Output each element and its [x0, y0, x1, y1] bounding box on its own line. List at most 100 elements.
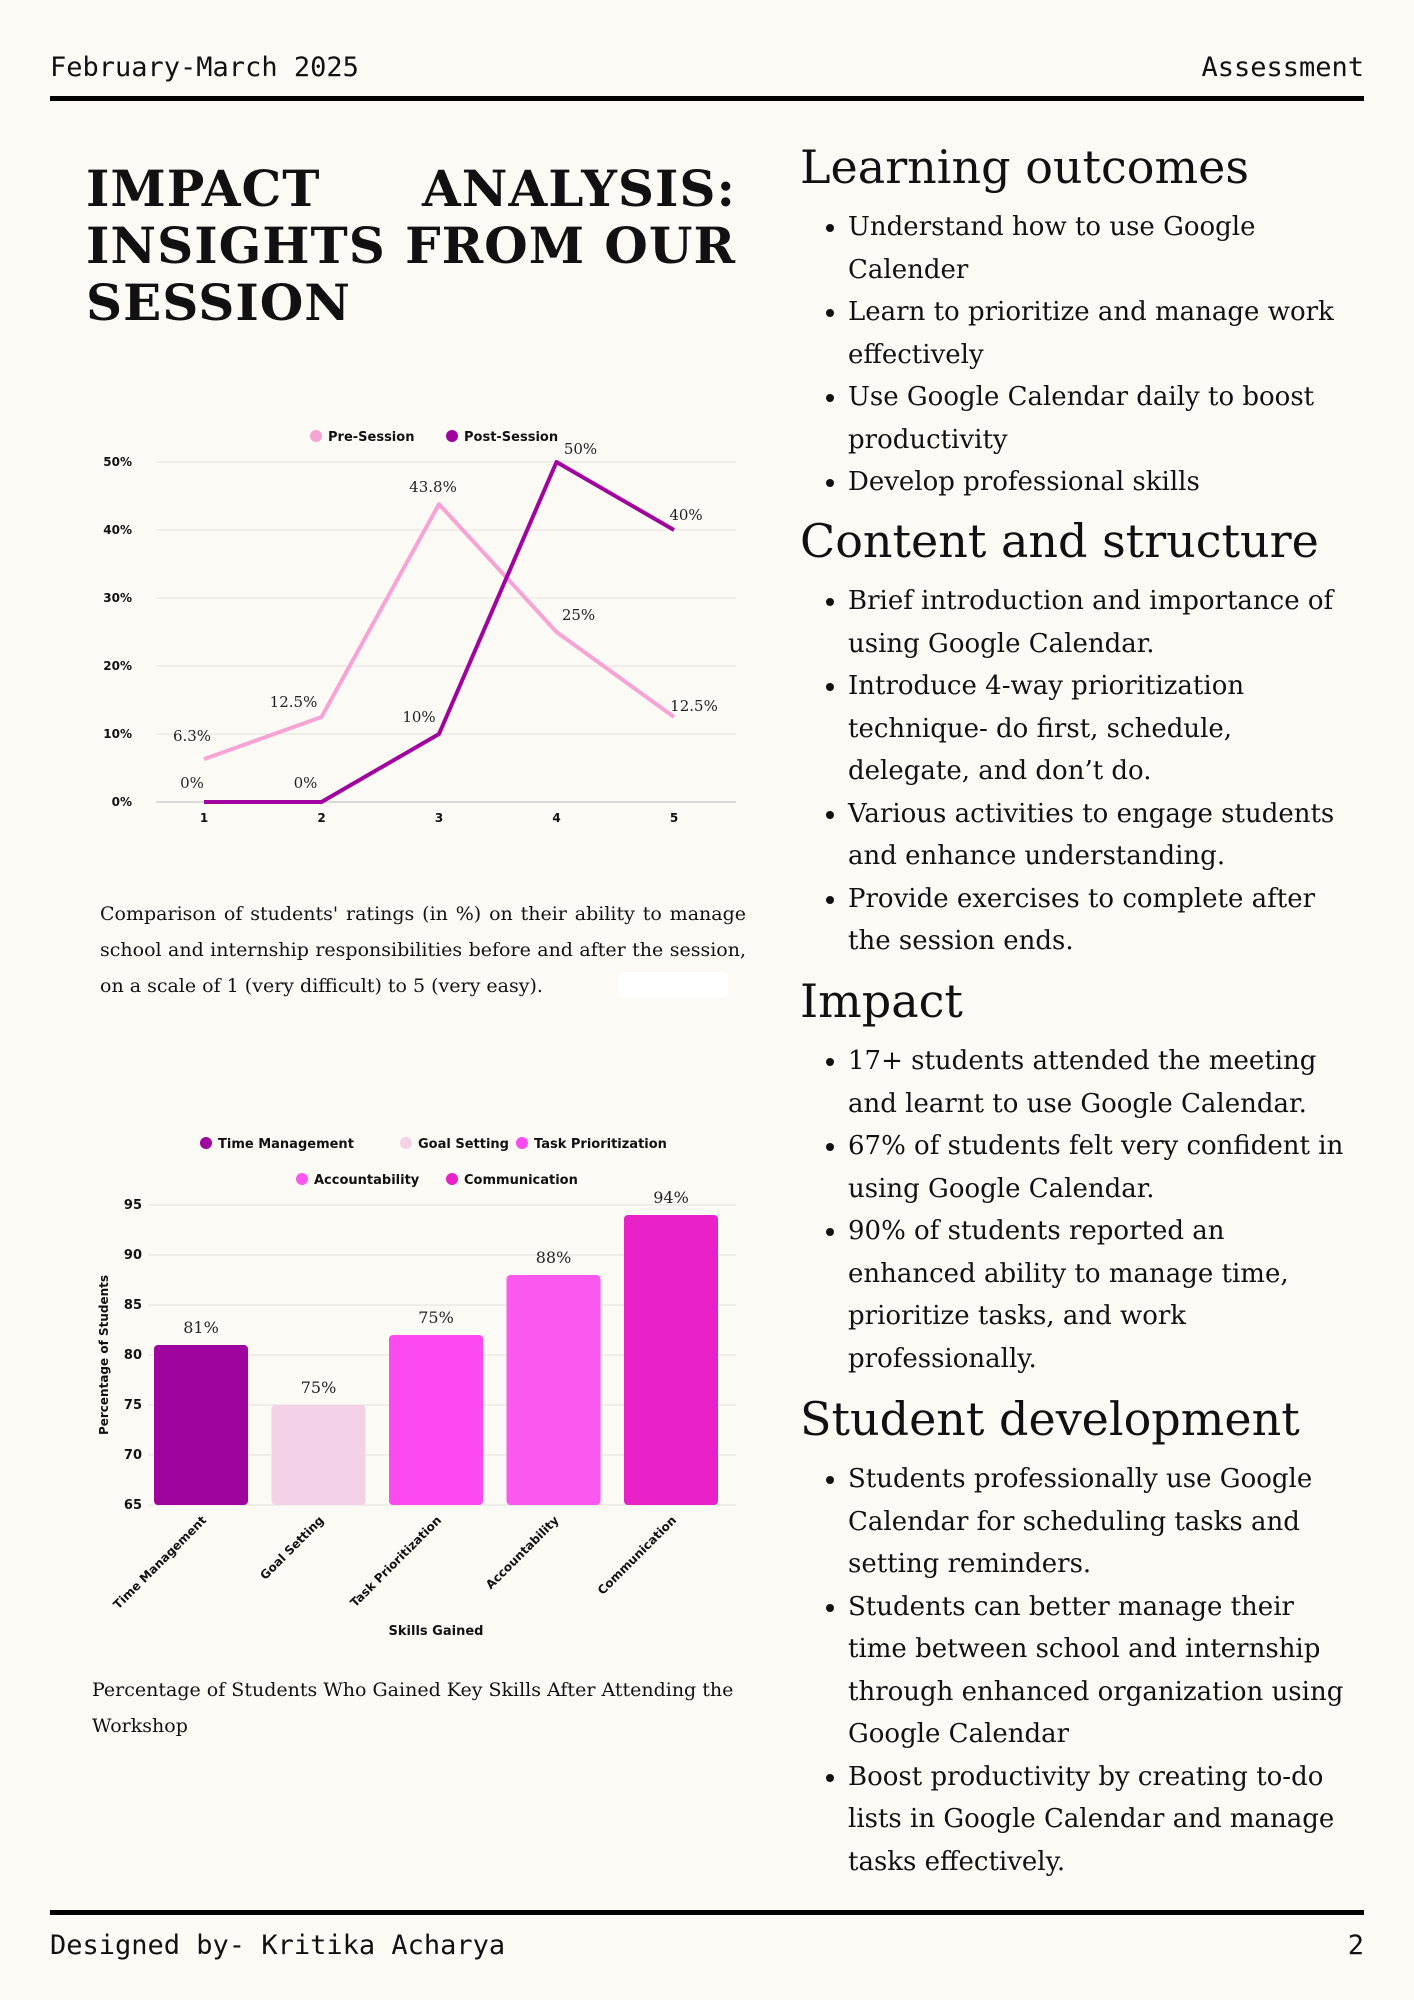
legend-label: Accountability — [314, 1173, 420, 1188]
series-line — [203, 502, 676, 762]
legend-label: Goal Setting — [418, 1137, 509, 1152]
list-item: Boost productivity by creating to-do lis… — [848, 1756, 1360, 1884]
data-label: 94% — [653, 1188, 689, 1207]
x-tick-label: Task Prioritization — [347, 1513, 444, 1610]
y-tick-label: 85 — [124, 1298, 142, 1313]
list-item: Learn to prioritize and manage work effe… — [848, 291, 1360, 376]
bar — [271, 1405, 366, 1505]
series-line — [204, 460, 676, 804]
x-tick-label: Communication — [595, 1513, 679, 1597]
y-tick-label: 10% — [103, 727, 132, 741]
left-column: IMPACT ANALYSIS: INSIGHTS FROM OUR SESSI… — [86, 160, 736, 388]
section-student-development: Student development Students professiona… — [800, 1390, 1360, 1883]
data-label: 75% — [301, 1378, 337, 1397]
list-item: Brief introduction and importance of usi… — [848, 580, 1360, 665]
section-heading: Learning outcomes — [800, 140, 1249, 194]
page-footer: Designed by- Kritika Acharya 2 — [50, 1930, 1364, 1961]
footer-rule — [50, 1910, 1364, 1915]
y-axis-title: Percentage of Students — [97, 1275, 111, 1435]
data-label: 88% — [536, 1248, 572, 1267]
list-item: 17+ students attended the meeting and le… — [848, 1040, 1360, 1125]
data-label: 50% — [564, 440, 597, 458]
data-label: 25% — [562, 606, 595, 624]
footer-designer: Designed by- Kritika Acharya — [50, 1930, 506, 1961]
y-tick-label: 70 — [124, 1448, 142, 1463]
legend-label: Pre-Session — [328, 430, 414, 445]
blank-patch — [618, 972, 728, 998]
list-item: Use Google Calendar daily to boost produ… — [848, 376, 1360, 461]
y-tick-label: 90 — [124, 1248, 142, 1263]
list-item: Develop professional skills — [848, 461, 1360, 504]
bar-chart: 65 70 75 80 85 90 95 Time Management Goal Settin… — [97, 1137, 736, 1639]
page-number: 2 — [1347, 1930, 1364, 1961]
list-item: Provide exercises to complete after the … — [848, 878, 1360, 963]
data-label: 43.8% — [409, 478, 457, 496]
x-axis-title: Skills Gained — [389, 1624, 484, 1639]
section-content-structure: Content and structure Brief introduction… — [800, 512, 1360, 963]
y-tick-label: 0% — [112, 795, 132, 809]
list-item: 67% of students felt very confident in u… — [848, 1125, 1360, 1210]
legend-label: Communication — [464, 1173, 578, 1188]
bullet-list: Students professionally use Google Calen… — [800, 1458, 1360, 1883]
x-tick-label: 4 — [552, 811, 560, 825]
legend-label: Time Management — [218, 1137, 354, 1152]
x-tick-label: Goal Setting — [257, 1513, 326, 1582]
y-tick-label: 75 — [124, 1398, 142, 1413]
y-tick-label: 95 — [124, 1198, 142, 1213]
data-label: 40% — [669, 506, 702, 524]
legend-label: Post-Session — [464, 430, 558, 445]
y-tick-label: 30% — [103, 591, 132, 605]
section-heading: Student development — [800, 1392, 1300, 1446]
bar — [389, 1335, 483, 1505]
list-item: Students professionally use Google Calen… — [848, 1458, 1360, 1586]
page-title: IMPACT ANALYSIS: INSIGHTS FROM OUR SESSI… — [86, 159, 736, 332]
legend-marker — [400, 1137, 412, 1149]
page-header: February-March 2025 Assessment — [50, 52, 1364, 83]
legend-marker — [310, 430, 322, 442]
list-item: Various activities to engage students an… — [848, 793, 1360, 878]
x-tick-label: Accountability — [483, 1513, 562, 1592]
bullet-list: 17+ students attended the meeting and le… — [800, 1040, 1360, 1380]
data-label: 10% — [402, 708, 435, 726]
legend-marker — [200, 1137, 212, 1149]
y-tick-label: 65 — [124, 1498, 142, 1513]
y-tick-label: 50% — [103, 455, 132, 469]
section-learning-outcomes: Learning outcomes Understand how to use … — [800, 138, 1360, 504]
x-tick-label: 1 — [200, 811, 208, 825]
y-tick-label: 80 — [124, 1348, 142, 1363]
y-tick-label: 20% — [103, 659, 132, 673]
header-rule — [50, 96, 1364, 101]
legend-marker — [296, 1173, 308, 1185]
bullet-list: Brief introduction and importance of usi… — [800, 580, 1360, 963]
x-tick-label: 3 — [435, 811, 443, 825]
line-chart: 0% 10% 20% 30% 40% 50% 1 2 3 4 5 Pre-Session Post-Se… — [103, 430, 736, 825]
data-label: 81% — [183, 1318, 219, 1337]
list-item: Students can better manage their time be… — [848, 1586, 1360, 1756]
data-label: 6.3% — [173, 727, 211, 745]
data-label: 0% — [294, 774, 318, 792]
bar — [154, 1345, 248, 1505]
section-heading: Content and structure — [800, 514, 1319, 568]
bar-chart-caption: Percentage of Students Who Gained Key Sk… — [92, 1679, 734, 1737]
x-tick-label: 2 — [317, 811, 325, 825]
section-heading: Impact — [800, 974, 963, 1028]
x-tick-label: Time Management — [111, 1513, 210, 1612]
data-label: 75% — [418, 1308, 454, 1327]
legend-marker — [446, 1173, 458, 1185]
bullet-list: Understand how to use Google Calender Le… — [800, 206, 1360, 504]
list-item: Understand how to use Google Calender — [848, 206, 1360, 291]
section-impact: Impact 17+ students attended the meeting… — [800, 972, 1360, 1380]
list-item: Introduce 4-way prioritization technique… — [848, 665, 1360, 793]
data-label: 0% — [180, 774, 204, 792]
header-date: February-March 2025 — [50, 52, 359, 83]
data-label: 12.5% — [270, 693, 318, 711]
header-section: Assessment — [1201, 52, 1364, 83]
bar — [506, 1275, 601, 1505]
data-label: 12.5% — [670, 697, 718, 715]
legend-marker — [446, 430, 458, 442]
x-tick-label: 5 — [670, 811, 678, 825]
legend-marker — [516, 1137, 528, 1149]
bar — [624, 1215, 718, 1505]
list-item: 90% of students reported an enhanced abi… — [848, 1210, 1360, 1380]
y-tick-label: 40% — [103, 523, 132, 537]
